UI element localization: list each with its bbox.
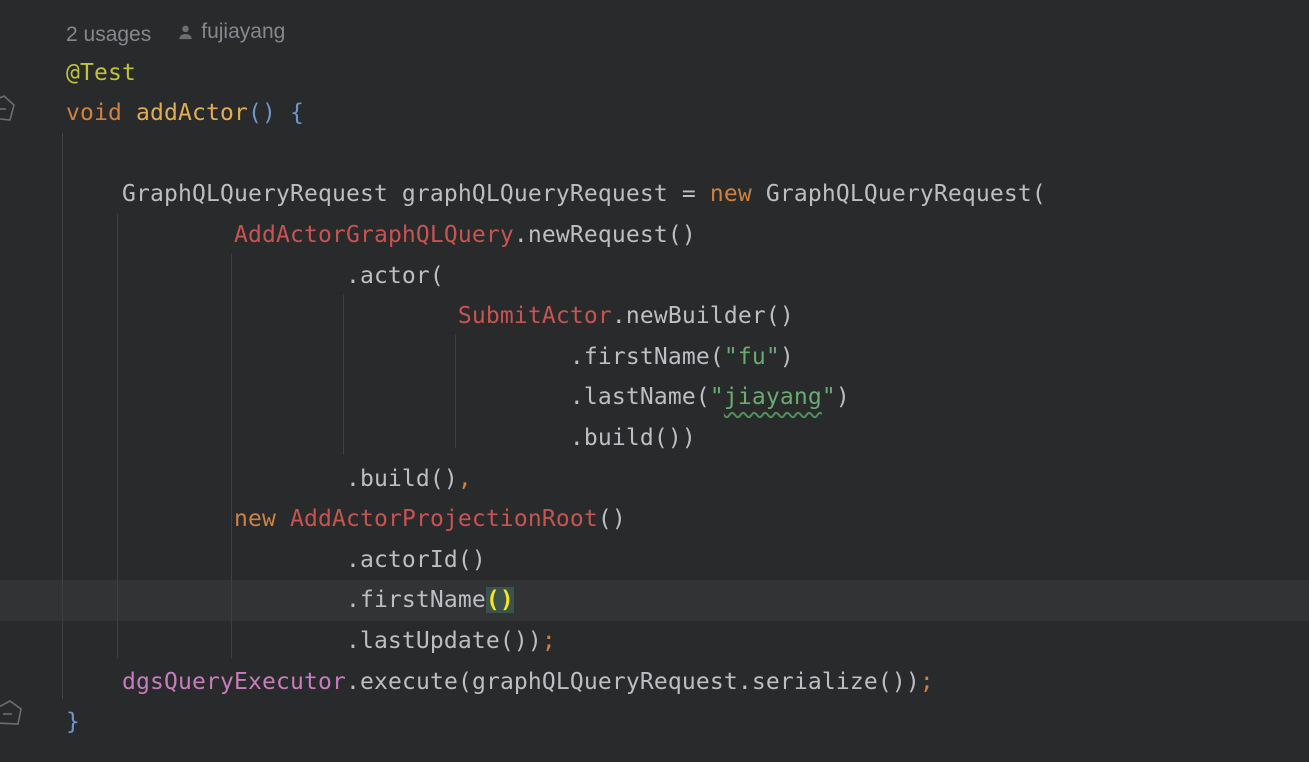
code-token: ; [542, 628, 556, 654]
code-token [66, 669, 122, 695]
code-token: .execute(graphQLQueryRequest.serialize()… [346, 669, 920, 695]
code-token: GraphQLQueryRequest( [752, 181, 1046, 207]
code-token: } [66, 709, 80, 735]
code-token: .firstName [66, 587, 486, 613]
usages-inlay[interactable]: 2 usages [66, 23, 151, 46]
code-line[interactable] [66, 134, 1309, 175]
code-token: .newRequest() [514, 222, 696, 248]
code-token [66, 303, 458, 329]
gutter-marker-icon-top[interactable] [0, 93, 20, 131]
code-line[interactable]: .actor( [66, 256, 1309, 297]
code-token: , [458, 466, 472, 492]
code-line[interactable]: GraphQLQueryRequest graphQLQueryRequest … [66, 174, 1309, 215]
code-token: ; [920, 669, 934, 695]
code-line[interactable]: .build(), [66, 459, 1309, 500]
code-token [276, 506, 290, 532]
code-line[interactable]: SubmitActor.newBuilder() [66, 296, 1309, 337]
code-token: .firstName( [66, 344, 724, 370]
code-token: void [66, 100, 122, 126]
code-token: "fu" [724, 344, 780, 370]
code-token: " [822, 384, 836, 410]
code-token [66, 506, 234, 532]
code-line[interactable]: void addActor() { [66, 93, 1309, 134]
code-line[interactable]: .firstName("fu") [66, 337, 1309, 378]
code-token: .build() [66, 466, 458, 492]
author-inlay[interactable]: fujiayang [177, 12, 285, 53]
code-token: " [710, 384, 724, 410]
code-token: .actorId() [66, 547, 486, 573]
code-token: jiayang [724, 384, 822, 410]
code-token: .build()) [66, 425, 696, 451]
code-token: .newBuilder() [612, 303, 794, 329]
code-area[interactable]: 2 usagesfujiayang@Testvoid addActor() { … [0, 0, 1309, 762]
code-line[interactable]: .build()) [66, 418, 1309, 459]
code-token: AddActorGraphQLQuery [234, 222, 514, 248]
code-line[interactable]: AddActorGraphQLQuery.newRequest() [66, 215, 1309, 256]
code-token: .lastName( [66, 384, 710, 410]
code-token: .lastUpdate()) [66, 628, 542, 654]
matched-paren-highlight: () [486, 587, 514, 613]
code-token: () { [248, 100, 304, 126]
code-line[interactable]: .actorId() [66, 540, 1309, 581]
code-token: SubmitActor [458, 303, 612, 329]
code-line[interactable]: .lastUpdate()); [66, 621, 1309, 662]
code-token: AddActorProjectionRoot [290, 506, 598, 532]
code-token: new [710, 181, 752, 207]
code-line[interactable]: new AddActorProjectionRoot() [66, 499, 1309, 540]
code-token: dgsQueryExecutor [122, 669, 346, 695]
code-editor: 2 usagesfujiayang@Testvoid addActor() { … [0, 0, 1309, 762]
person-icon [177, 24, 194, 41]
code-token [66, 222, 234, 248]
code-token: GraphQLQueryRequest graphQLQueryRequest … [66, 181, 710, 207]
code-token: () [598, 506, 626, 532]
code-token: ) [836, 384, 850, 410]
code-token: .actor( [66, 263, 444, 289]
code-line[interactable]: .lastName("jiayang") [66, 377, 1309, 418]
code-line[interactable]: @Test [66, 53, 1309, 94]
usages-author-inlay-line[interactable]: 2 usages fujiayang [66, 12, 1309, 53]
code-token [122, 100, 136, 126]
code-line[interactable]: dgsQueryExecutor.execute(graphQLQueryReq… [66, 662, 1309, 703]
code-token: ) [780, 344, 794, 370]
code-token: addActor [136, 100, 248, 126]
code-line[interactable]: } [66, 702, 1309, 743]
code-line[interactable]: .firstName() [66, 580, 1309, 621]
gutter-marker-icon-bottom[interactable] [0, 698, 28, 736]
author-name: fujiayang [201, 12, 285, 53]
code-token: @Test [66, 60, 136, 86]
code-token: new [234, 506, 276, 532]
